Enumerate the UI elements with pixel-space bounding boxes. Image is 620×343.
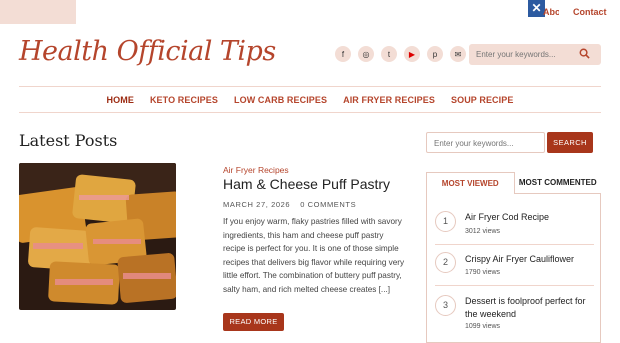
list-item-title[interactable]: Dessert is foolproof perfect for the wee…: [465, 295, 595, 321]
header-search-input[interactable]: [469, 50, 579, 59]
sidebar-search: [426, 132, 545, 153]
list-divider: [435, 244, 594, 245]
read-more-button[interactable]: READ MORE: [223, 313, 284, 331]
social-icons: f ◎ t ▶ p ✉: [335, 46, 466, 62]
nav-keto-recipes[interactable]: KETO RECIPES: [150, 88, 218, 112]
list-item-title[interactable]: Air Fryer Cod Recipe: [465, 211, 595, 224]
contact-link[interactable]: Contact: [573, 7, 607, 17]
instagram-icon[interactable]: ◎: [358, 46, 374, 62]
popular-tabs: MOST VIEWED MOST COMMENTED: [426, 172, 601, 194]
nav-divider-top: [19, 86, 601, 87]
post-comments[interactable]: 0 COMMENTS: [300, 200, 356, 209]
email-icon[interactable]: ✉: [450, 46, 466, 62]
sidebar-search-button[interactable]: SEARCH: [547, 132, 593, 153]
list-number: 1: [435, 211, 456, 232]
nav-home[interactable]: HOME: [107, 88, 134, 112]
tab-most-commented[interactable]: MOST COMMENTED: [514, 172, 601, 194]
about-link[interactable]: About: [543, 7, 559, 17]
post-category[interactable]: Air Fryer Recipes: [223, 165, 289, 175]
twitter-icon[interactable]: t: [381, 46, 397, 62]
section-title: Latest Posts: [19, 131, 118, 150]
youtube-icon[interactable]: ▶: [404, 46, 420, 62]
post-meta: MARCH 27, 2026 0 COMMENTS: [223, 200, 356, 209]
post-excerpt: If you enjoy warm, flaky pastries filled…: [223, 217, 405, 294]
nav-low-carb-recipes[interactable]: LOW CARB RECIPES: [234, 88, 327, 112]
popular-list: 1 Air Fryer Cod Recipe 3012 views 2 Cris…: [426, 194, 601, 343]
main-nav: HOME KETO RECIPES LOW CARB RECIPES AIR F…: [19, 88, 601, 112]
post-thumbnail[interactable]: [19, 163, 176, 310]
list-divider: [435, 285, 594, 286]
header-search: [469, 44, 601, 65]
top-bar: [0, 0, 620, 24]
facebook-icon[interactable]: f: [335, 46, 351, 62]
nav-air-fryer-recipes[interactable]: AIR FRYER RECIPES: [343, 88, 435, 112]
post-date: MARCH 27, 2026: [223, 200, 291, 209]
nav-soup-recipe[interactable]: SOUP RECIPE: [451, 88, 513, 112]
list-number: 2: [435, 252, 456, 273]
sidebar-search-input[interactable]: [427, 134, 544, 153]
search-icon[interactable]: [579, 48, 590, 62]
list-item-views: 1099 views: [465, 323, 501, 330]
post-title[interactable]: Ham & Cheese Puff Pastry: [223, 176, 390, 192]
list-number: 3: [435, 295, 456, 316]
top-bar-decoration: [0, 0, 76, 24]
list-item-views: 3012 views: [465, 228, 501, 235]
list-item-views: 1790 views: [465, 269, 501, 276]
nav-divider-bottom: [19, 112, 601, 113]
pinterest-icon[interactable]: p: [427, 46, 443, 62]
site-logo[interactable]: Health Official Tips: [19, 36, 276, 67]
tab-most-viewed[interactable]: MOST VIEWED: [426, 172, 515, 194]
list-item-title[interactable]: Crispy Air Fryer Cauliflower: [465, 253, 595, 266]
